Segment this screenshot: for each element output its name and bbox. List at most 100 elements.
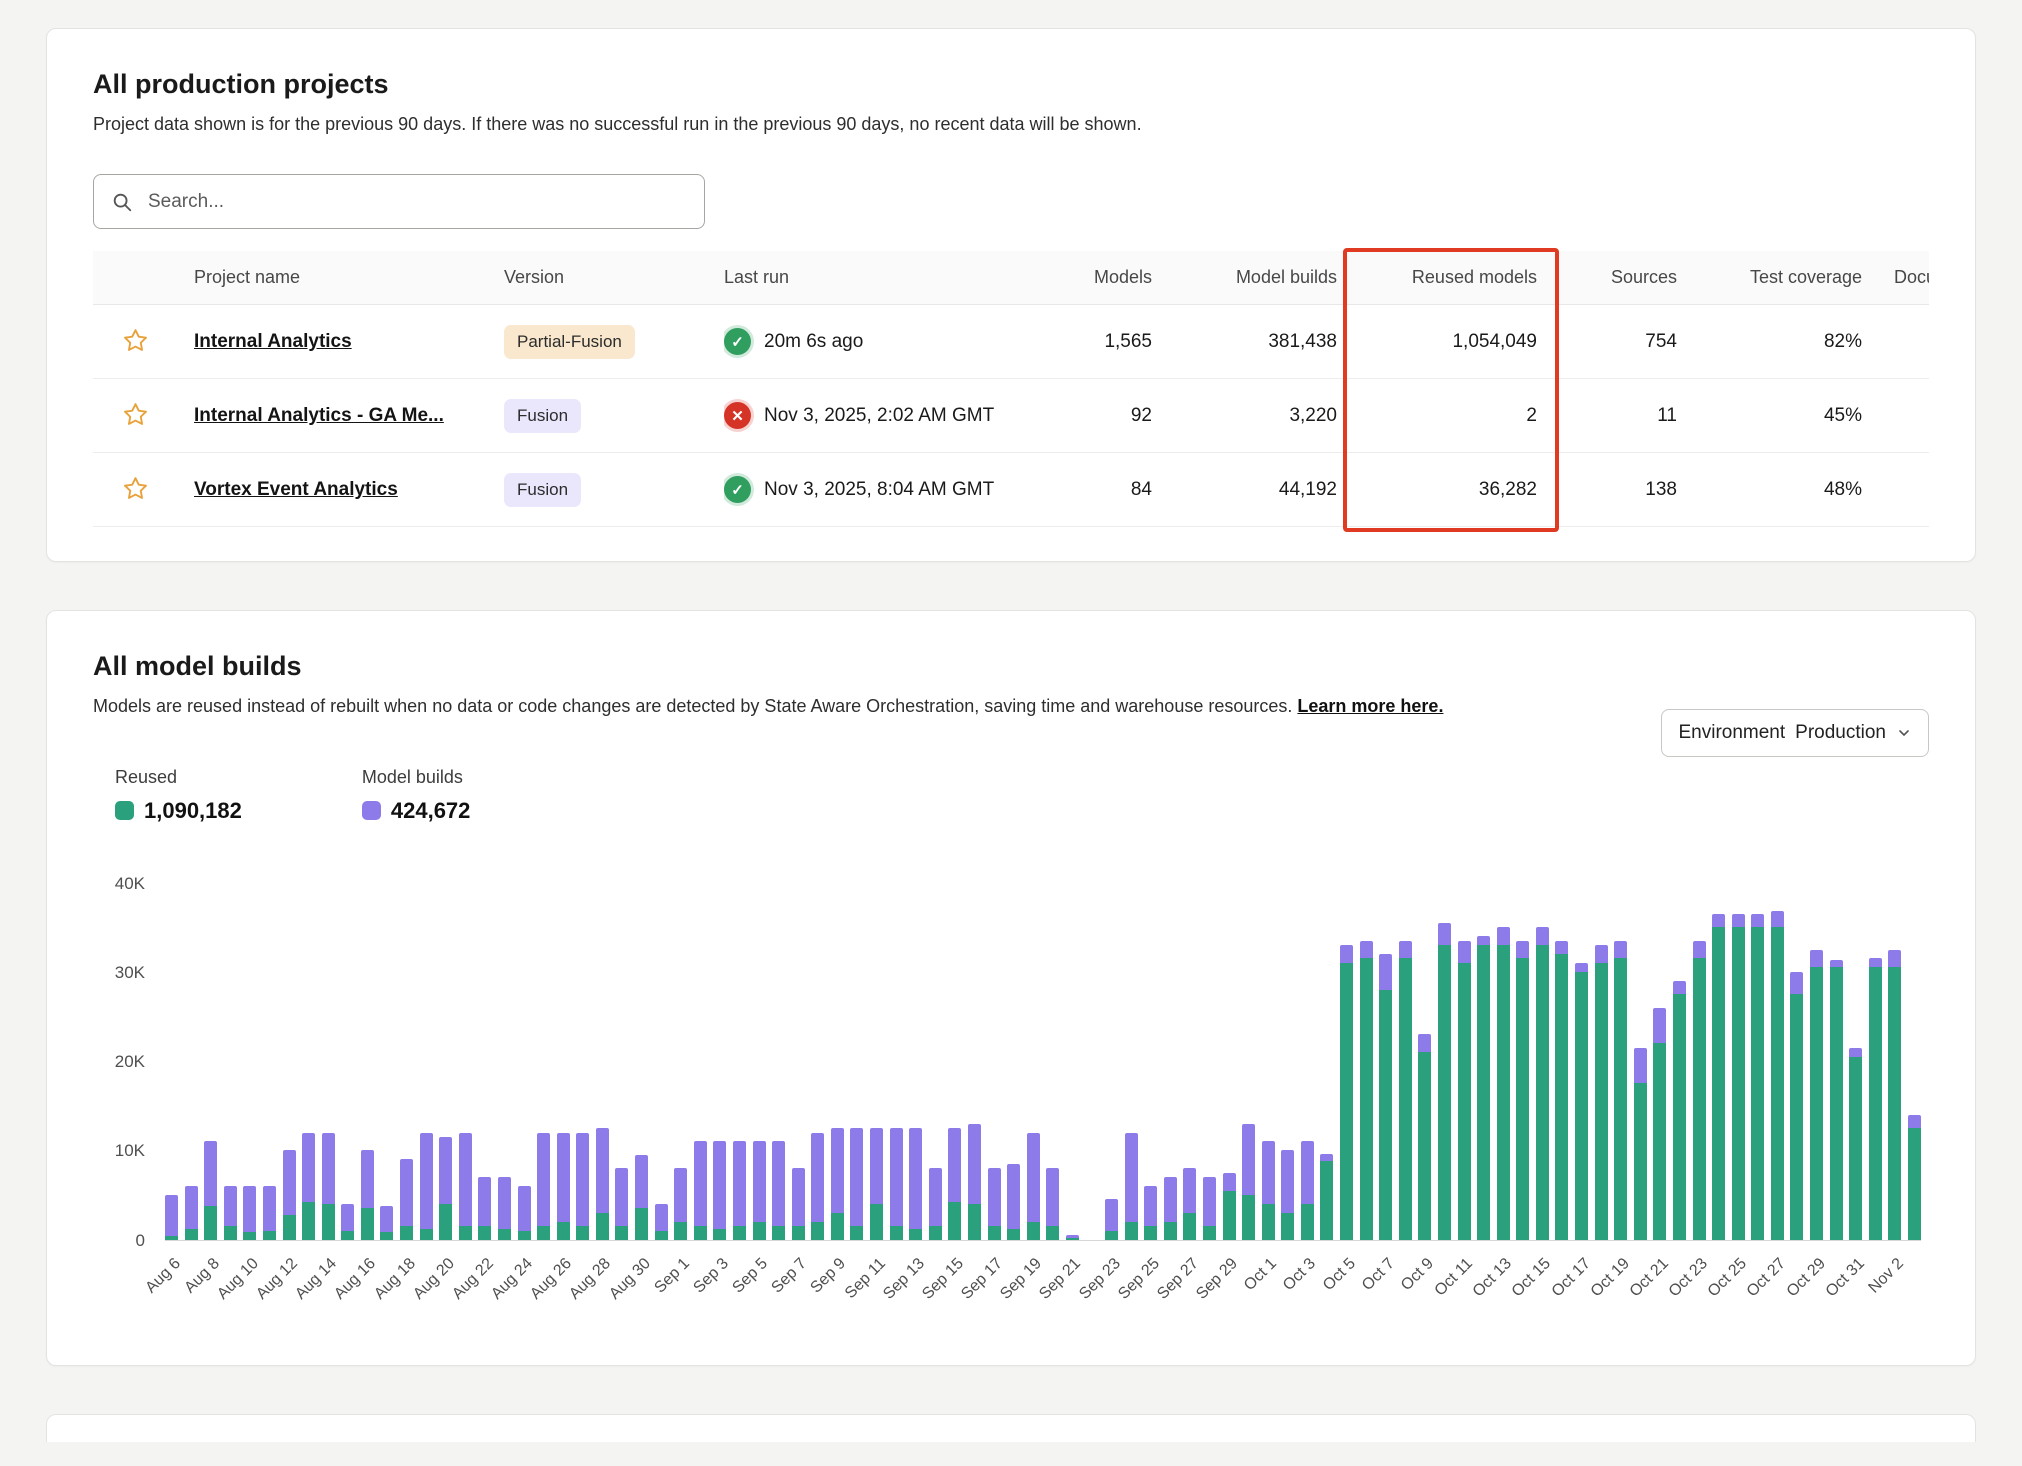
models-count: 1,565: [1038, 305, 1168, 379]
stacked-bar: [1301, 1141, 1314, 1239]
stacked-bar: [518, 1186, 531, 1240]
run-success-icon: ✓: [724, 476, 751, 503]
stacked-bar: [243, 1186, 256, 1240]
stacked-bar: [420, 1133, 433, 1240]
y-tick-label: 10K: [93, 1141, 145, 1161]
stacked-bar: [694, 1141, 707, 1239]
stacked-bar: [1340, 945, 1353, 1240]
project-name-link[interactable]: Internal Analytics: [194, 331, 352, 352]
model-builds-count: 3,220: [1168, 379, 1353, 453]
version-badge: Fusion: [504, 399, 581, 433]
environment-dropdown[interactable]: Environment Production: [1661, 709, 1929, 757]
stacked-bar: [283, 1150, 296, 1239]
stacked-bar: [1849, 1048, 1862, 1240]
project-search[interactable]: [93, 174, 705, 229]
stacked-bar-chart: 010K20K30K40K Aug 6Aug 8Aug 10Aug 12Aug …: [93, 884, 1929, 1329]
stacked-bar: [1281, 1150, 1294, 1239]
column-test-coverage: Test coverage: [1693, 251, 1878, 305]
table-header-row: Project name Version Last run Models Mod…: [93, 251, 1929, 305]
projects-card-subtitle: Project data shown is for the previous 9…: [93, 112, 1929, 136]
stacked-bar: [1771, 911, 1784, 1239]
last-run-text: Nov 3, 2025, 8:04 AM GMT: [764, 479, 994, 501]
stacked-bar: [1458, 941, 1471, 1240]
column-sources: Sources: [1553, 251, 1693, 305]
stacked-bar: [1751, 914, 1764, 1240]
stacked-bar: [1027, 1133, 1040, 1240]
favorite-star-icon[interactable]: [118, 323, 153, 361]
documentation-cell: [1878, 379, 1929, 453]
stacked-bar: [929, 1168, 942, 1239]
y-tick-label: 20K: [93, 1052, 145, 1072]
stacked-bar: [478, 1177, 491, 1239]
stacked-bar: [1830, 960, 1843, 1239]
model-builds-total: 424,672: [391, 798, 471, 824]
stacked-bar: [1712, 914, 1725, 1240]
next-card-partial: [46, 1414, 1976, 1442]
stacked-bar: [909, 1128, 922, 1240]
stacked-bar: [1203, 1177, 1216, 1239]
stacked-bar: [400, 1159, 413, 1239]
model-builds-swatch: [362, 801, 381, 820]
stacked-bar: [1242, 1124, 1255, 1240]
stacked-bar: [1066, 1235, 1079, 1239]
stacked-bar: [459, 1133, 472, 1240]
stacked-bar: [1555, 941, 1568, 1240]
stacked-bar: [615, 1168, 628, 1239]
column-models: Models: [1038, 251, 1168, 305]
stacked-bar: [988, 1168, 1001, 1239]
model-builds-card: All model builds Models are reused inste…: [46, 610, 1976, 1365]
stacked-bar: [537, 1133, 550, 1240]
stacked-bar: [576, 1133, 589, 1240]
stacked-bar: [1418, 1034, 1431, 1239]
stacked-bar: [263, 1186, 276, 1240]
projects-card-title: All production projects: [93, 69, 1929, 100]
chart-legend: Reused 1,090,182 Model builds 424,672: [115, 767, 1929, 824]
column-version: Version: [488, 251, 708, 305]
model-builds-count: 381,438: [1168, 305, 1353, 379]
stacked-bar: [1516, 941, 1529, 1240]
x-axis: Aug 6Aug 8Aug 10Aug 12Aug 14Aug 16Aug 18…: [165, 1241, 1921, 1326]
learn-more-link[interactable]: Learn more here.: [1297, 696, 1443, 716]
reused-models-count: 2: [1353, 379, 1553, 453]
builds-card-title: All model builds: [93, 651, 1929, 682]
stacked-bar: [753, 1141, 766, 1239]
sources-count: 11: [1553, 379, 1693, 453]
table-row[interactable]: Vortex Event Analytics Fusion ✓Nov 3, 20…: [93, 453, 1929, 527]
project-name-link[interactable]: Vortex Event Analytics: [194, 479, 398, 500]
version-badge: Partial-Fusion: [504, 325, 635, 359]
stacked-bar: [870, 1128, 883, 1240]
search-icon: [111, 191, 133, 213]
environment-label: Environment: [1678, 722, 1785, 744]
stacked-bar: [1183, 1168, 1196, 1239]
column-reused-models: Reused models: [1353, 251, 1553, 305]
stacked-bar: [1223, 1173, 1236, 1240]
stacked-bar: [596, 1128, 609, 1240]
stacked-bar: [1693, 941, 1706, 1240]
documentation-cell: [1878, 453, 1929, 527]
table-row[interactable]: Internal Analytics - GA Me... Fusion ✕No…: [93, 379, 1929, 453]
stacked-bar: [772, 1141, 785, 1239]
column-documentation: Documentation: [1878, 251, 1929, 305]
table-row[interactable]: Internal Analytics Partial-Fusion ✓20m 6…: [93, 305, 1929, 379]
y-tick-label: 0: [93, 1231, 145, 1251]
stacked-bar: [713, 1141, 726, 1239]
test-coverage-value: 45%: [1693, 379, 1878, 453]
favorite-star-icon[interactable]: [118, 471, 153, 509]
last-run-text: 20m 6s ago: [764, 331, 863, 353]
project-name-link[interactable]: Internal Analytics - GA Me...: [194, 405, 444, 426]
stacked-bar: [1262, 1141, 1275, 1239]
stacked-bar: [1634, 1048, 1647, 1240]
sources-count: 138: [1553, 453, 1693, 527]
documentation-cell: [1878, 305, 1929, 379]
column-project-name: Project name: [178, 251, 488, 305]
reused-total: 1,090,182: [144, 798, 242, 824]
favorite-star-icon[interactable]: [118, 397, 153, 435]
search-input[interactable]: [146, 190, 687, 214]
stacked-bar: [341, 1204, 354, 1240]
test-coverage-value: 82%: [1693, 305, 1878, 379]
models-count: 92: [1038, 379, 1168, 453]
column-model-builds: Model builds: [1168, 251, 1353, 305]
stacked-bar: [557, 1133, 570, 1240]
reused-models-count: 1,054,049: [1353, 305, 1553, 379]
environment-value: Production: [1795, 722, 1886, 744]
